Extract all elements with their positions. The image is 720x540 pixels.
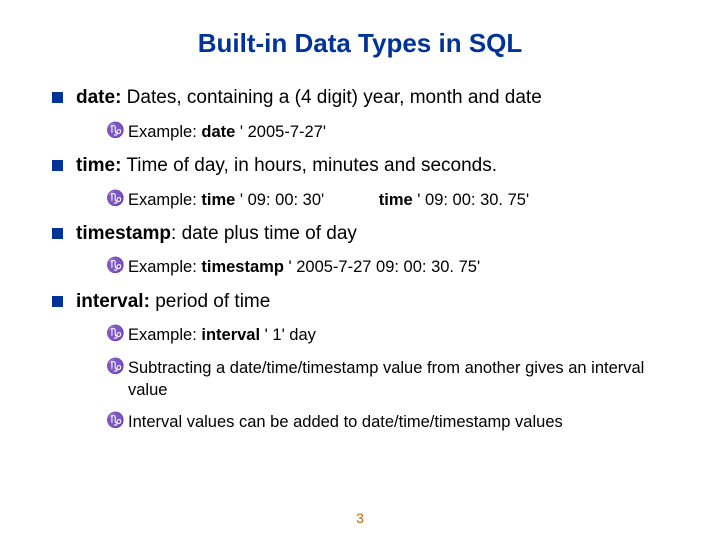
keyword-date: date: — [76, 87, 121, 108]
sublist: Example: date ' 2005-7-27' — [76, 121, 680, 143]
keyword-time: time: — [76, 155, 121, 176]
text: Example: — [128, 191, 201, 209]
keyword-interval: interval: — [76, 291, 150, 312]
sublist: Example: interval ' 1' day Subtracting a… — [76, 324, 680, 433]
text: : date plus time of day — [171, 223, 357, 244]
sub-item: Example: date ' 2005-7-27' — [106, 121, 680, 143]
text: Subtracting a date/time/timestamp value … — [128, 359, 644, 399]
sublist: Example: time ' 09: 00: 30' time ' 09: 0… — [76, 189, 680, 211]
sub-item: Subtracting a date/time/timestamp value … — [106, 357, 680, 402]
sublist: Example: timestamp ' 2005-7-27 09: 00: 3… — [76, 256, 680, 278]
text: ' 09: 00: 30. 75' — [413, 191, 529, 209]
text: period of time — [150, 291, 270, 312]
keyword: time — [201, 191, 235, 209]
sub-item: Example: timestamp ' 2005-7-27 09: 00: 3… — [106, 256, 680, 278]
bullet-date: date: Dates, containing a (4 digit) year… — [52, 85, 680, 143]
keyword: time — [379, 191, 413, 209]
keyword: date — [201, 123, 235, 141]
text: Interval values can be added to date/tim… — [128, 413, 563, 431]
text: Example: — [128, 258, 201, 276]
text: Example: — [128, 123, 201, 141]
text: ' 09: 00: 30' — [235, 191, 324, 209]
keyword: interval — [201, 326, 264, 344]
text: ' 2005-7-27' — [235, 123, 326, 141]
text: ' 2005-7-27 09: 00: 30. 75' — [288, 258, 480, 276]
bullet-timestamp: timestamp: date plus time of day Example… — [52, 221, 680, 279]
sub-item: Example: time ' 09: 00: 30' time ' 09: 0… — [106, 189, 680, 211]
slide: Built-in Data Types in SQL date: Dates, … — [0, 0, 720, 540]
bullet-time: time: Time of day, in hours, minutes and… — [52, 153, 680, 211]
keyword-timestamp: timestamp — [76, 223, 171, 244]
text: Example: — [128, 326, 201, 344]
bullet-list: date: Dates, containing a (4 digit) year… — [40, 85, 680, 433]
bullet-interval: interval: period of time Example: interv… — [52, 289, 680, 434]
page-number: 3 — [0, 510, 720, 526]
keyword: timestamp — [201, 258, 288, 276]
extra-example: time ' 09: 00: 30. 75' — [379, 189, 529, 211]
sub-item: Interval values can be added to date/tim… — [106, 411, 680, 433]
sub-item: Example: interval ' 1' day — [106, 324, 680, 346]
slide-title: Built-in Data Types in SQL — [40, 28, 680, 59]
text: ' 1' day — [265, 326, 316, 344]
text: Time of day, in hours, minutes and secon… — [121, 155, 497, 176]
text: Dates, containing a (4 digit) year, mont… — [121, 87, 541, 108]
